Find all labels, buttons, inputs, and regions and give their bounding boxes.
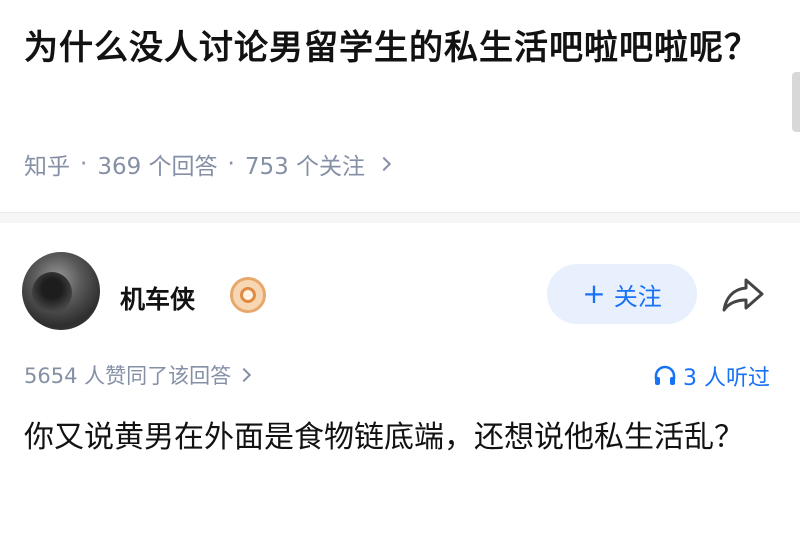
listen-count[interactable]: 3 人听过	[653, 360, 770, 392]
badge-icon[interactable]	[230, 277, 266, 313]
share-icon[interactable]	[720, 274, 766, 316]
author-name[interactable]: 机车侠	[120, 280, 195, 316]
source-label: 知乎	[24, 154, 70, 180]
scrollbar[interactable]	[792, 72, 800, 132]
follow-button[interactable]: + 关注	[547, 264, 697, 324]
answer-card: 机车侠 + 关注 5654 人赞同了该回答 3 人听过 你又说黄男在外面是食物链…	[0, 222, 800, 544]
question-header: 为什么没人讨论男留学生的私生活吧啦吧啦呢？ 知乎 · 369 个回答 · 753…	[0, 0, 800, 212]
headphone-icon	[654, 365, 676, 385]
follow-count: 753 个关注	[244, 154, 366, 180]
answer-count: 369 个回答	[97, 154, 218, 180]
question-title[interactable]: 为什么没人讨论男留学生的私生活吧啦吧啦呢？	[24, 22, 764, 75]
question-meta[interactable]: 知乎 · 369 个回答 · 753 个关注	[24, 147, 392, 181]
listen-count-label: 3 人听过	[683, 366, 770, 391]
plus-icon: +	[582, 277, 606, 310]
vote-count[interactable]: 5654 人赞同了该回答	[24, 360, 252, 390]
separator-dot: ·	[227, 151, 235, 177]
chevron-right-icon	[376, 156, 392, 172]
chevron-right-icon	[237, 367, 252, 383]
avatar[interactable]	[22, 252, 100, 330]
answer-content[interactable]: 你又说黄男在外面是食物链底端，还想说他私生活乱？	[24, 412, 764, 463]
vote-count-label: 5654 人赞同了该回答	[24, 364, 232, 388]
separator-dot: ·	[80, 151, 88, 177]
follow-button-label: 关注	[613, 282, 662, 311]
